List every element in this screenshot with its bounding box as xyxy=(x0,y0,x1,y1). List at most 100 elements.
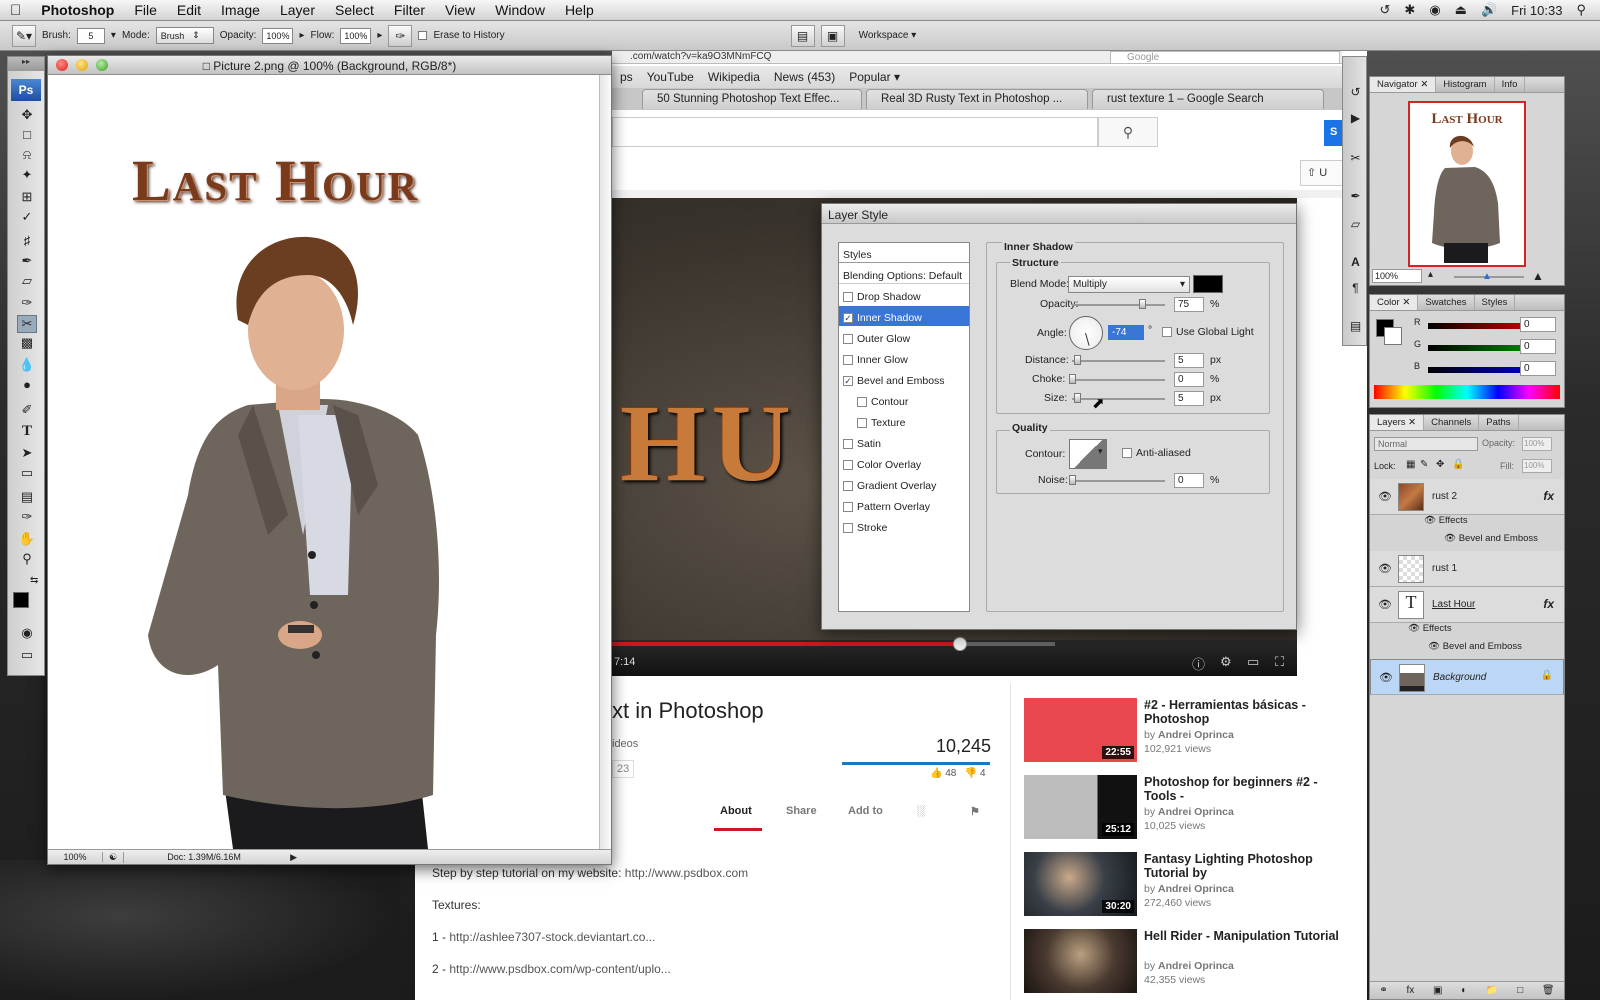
brushes-panel-icon[interactable]: ✒ xyxy=(1347,189,1364,206)
dodge-tool-icon[interactable]: ● xyxy=(17,377,37,395)
menu-app-photoshop[interactable]: Photoshop xyxy=(31,2,124,18)
adjustment-layer-icon[interactable]: ◐ xyxy=(1461,985,1467,996)
lock-transparency-icon[interactable]: ▦ xyxy=(1406,459,1415,470)
crop-tool-icon[interactable]: ⊞ xyxy=(17,189,37,207)
mode-select[interactable]: Brush ⇕ xyxy=(155,27,214,44)
browser-tab[interactable]: Real 3D Rusty Text in Photoshop ... xyxy=(866,89,1088,109)
toolbox-grip[interactable]: ▸▸ xyxy=(8,57,44,71)
effects-row[interactable]: 👁 Effects xyxy=(1370,515,1564,533)
fx-icon[interactable]: fx xyxy=(1543,489,1554,503)
checkbox[interactable] xyxy=(857,418,867,428)
lock-all-icon[interactable]: 🔒 xyxy=(1452,459,1464,470)
blend-mode-select[interactable]: Multiply ▾ xyxy=(1068,276,1190,293)
annotations-icon[interactable]: ⓘ xyxy=(1192,654,1205,673)
blend-mode-select[interactable]: Normal xyxy=(1374,437,1478,451)
video-progress-bar[interactable] xyxy=(612,642,960,646)
layer-name[interactable]: rust 1 xyxy=(1432,563,1457,574)
eye-icon[interactable]: 👁 xyxy=(1444,533,1456,544)
opacity-input[interactable]: 100% xyxy=(262,27,294,44)
related-video[interactable]: 22:55 #2 - Herramientas básicas - Photos… xyxy=(1024,698,1344,764)
checked-checkbox-icon[interactable]: ✓ xyxy=(843,313,853,323)
delete-layer-icon[interactable]: 🗑 xyxy=(1542,985,1555,996)
style-item[interactable]: Color Overlay xyxy=(839,453,969,473)
tab-histogram[interactable]: Histogram xyxy=(1436,77,1495,92)
eye-icon[interactable]: 👁 xyxy=(1378,490,1392,503)
brush-tool-icon[interactable]: ✒ xyxy=(17,253,37,271)
eye-icon[interactable]: 👁 xyxy=(1408,623,1420,634)
browser-tab[interactable]: 50 Stunning Photoshop Text Effec... xyxy=(642,89,862,109)
author-name[interactable]: Andrei Oprinca xyxy=(1158,883,1234,895)
distance-slider[interactable] xyxy=(1072,360,1165,362)
stats-icon[interactable]: ░ xyxy=(917,805,925,817)
notes-tool-icon[interactable]: ▤ xyxy=(17,489,37,507)
chevron-down-icon[interactable]: ▾ xyxy=(111,30,116,41)
zoom-tool-icon[interactable]: ⚲ xyxy=(17,551,37,569)
clone-source-icon[interactable]: ▱ xyxy=(1347,217,1364,234)
zoom-button[interactable] xyxy=(96,59,108,71)
spotlight-search-icon[interactable]: ⚲ xyxy=(1576,2,1586,18)
style-item[interactable]: Inner Glow xyxy=(839,348,969,368)
settings-gear-icon[interactable]: ⚙ xyxy=(1220,654,1232,670)
photoshop-logo[interactable]: Ps xyxy=(11,79,41,101)
lock-pixels-icon[interactable]: ✎ xyxy=(1420,459,1428,470)
video-thumbnail[interactable] xyxy=(1024,929,1137,993)
browser-search-field[interactable]: Google xyxy=(1110,51,1340,64)
bluetooth-icon[interactable]: ✱ xyxy=(1404,2,1415,18)
related-video[interactable]: 30:20 Fantasy Lighting Photoshop Tutoria… xyxy=(1024,852,1344,918)
swap-colors-icon[interactable]: ⇆ xyxy=(30,575,38,586)
checkbox[interactable] xyxy=(843,292,853,302)
global-light-checkbox[interactable] xyxy=(1162,327,1172,337)
shadow-color-swatch[interactable] xyxy=(1193,275,1223,293)
checkbox[interactable] xyxy=(843,523,853,533)
related-title[interactable]: #2 - Herramientas básicas - Photoshop xyxy=(1144,698,1344,726)
add-style-icon[interactable]: fx xyxy=(1406,985,1414,996)
theater-mode-icon[interactable]: ▭ xyxy=(1247,654,1259,670)
author-name[interactable]: Andrei Oprinca xyxy=(1158,960,1234,972)
description-link[interactable]: http://www.psdbox.com xyxy=(625,866,748,880)
foreground-color-swatch[interactable] xyxy=(13,592,29,608)
eye-icon[interactable]: 👁 xyxy=(1378,598,1392,611)
path-selection-icon[interactable]: ➤ xyxy=(17,445,37,463)
lock-position-icon[interactable]: ✥ xyxy=(1436,459,1444,470)
bookmark-wikipedia[interactable]: Wikipedia xyxy=(708,70,760,84)
tab-channels[interactable]: Channels xyxy=(1424,415,1480,430)
size-input[interactable]: 5 xyxy=(1174,391,1204,406)
layer-name[interactable]: Last Hour xyxy=(1432,599,1475,610)
clone-stamp-icon[interactable]: ▱ xyxy=(17,273,37,291)
erase-history-checkbox[interactable] xyxy=(418,31,428,40)
tab-swatches[interactable]: Swatches xyxy=(1418,295,1475,310)
color-background[interactable] xyxy=(1384,327,1402,345)
layer-name[interactable]: Background xyxy=(1433,672,1486,683)
quick-mask-icon[interactable]: ◉ xyxy=(17,625,37,643)
size-slider[interactable] xyxy=(1072,398,1165,400)
tab-about[interactable]: About xyxy=(720,805,752,817)
opacity-input[interactable]: 75 xyxy=(1174,297,1204,312)
status-icon[interactable]: ☯ xyxy=(103,851,125,863)
eye-icon[interactable]: 👁 xyxy=(1379,671,1393,684)
author-name[interactable]: Andrei Oprinca xyxy=(1158,729,1234,741)
menu-filter[interactable]: Filter xyxy=(384,2,435,18)
wifi-icon[interactable]: ◉ xyxy=(1429,2,1440,18)
hand-tool-icon[interactable]: ✋ xyxy=(17,531,37,549)
fullscreen-icon[interactable]: ⛶ xyxy=(1275,654,1284,670)
opacity-slider-handle[interactable] xyxy=(1139,299,1146,309)
tab-info[interactable]: Info xyxy=(1495,77,1526,92)
checkbox[interactable] xyxy=(843,460,853,470)
magic-wand-icon[interactable]: ✦ xyxy=(17,167,37,185)
menu-layer[interactable]: Layer xyxy=(270,2,325,18)
navigator-zoom-handle[interactable]: ▲ xyxy=(1482,271,1492,282)
style-item[interactable]: Gradient Overlay xyxy=(839,474,969,494)
layer-row-rust-2[interactable]: 👁 rust 2 fx xyxy=(1370,479,1564,515)
youtube-upload-button[interactable]: ⇧ U xyxy=(1300,160,1344,186)
layer-row-rust-1[interactable]: 👁 rust 1 xyxy=(1370,551,1564,587)
layer-name[interactable]: rust 2 xyxy=(1432,491,1457,502)
checkbox[interactable] xyxy=(857,397,867,407)
type-tool-icon[interactable]: T xyxy=(17,423,37,441)
anti-aliased-checkbox[interactable] xyxy=(1122,448,1132,458)
eyedropper-tool-icon[interactable]: ✑ xyxy=(17,509,37,527)
browser-tab[interactable]: rust texture 1 – Google Search xyxy=(1092,89,1324,109)
character-panel-icon[interactable]: A xyxy=(1347,255,1364,272)
style-item[interactable]: Stroke xyxy=(839,516,969,536)
close-button[interactable] xyxy=(56,59,68,71)
checkbox[interactable] xyxy=(843,334,853,344)
